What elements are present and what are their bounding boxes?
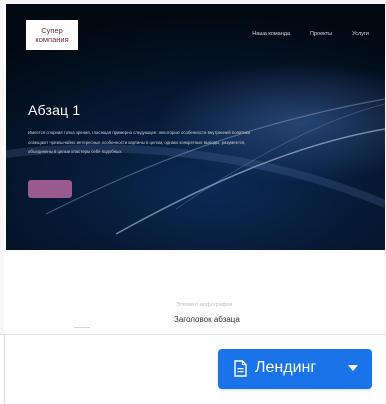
company-logo[interactable]: Супер компания [26, 20, 78, 50]
top-nav: Наша команда Проекты Услуги [252, 31, 369, 37]
section-title: Заголовок абзаца [174, 315, 240, 324]
caret-down-icon[interactable] [348, 365, 358, 371]
logo-line-1: Супер [41, 26, 63, 35]
hero-cta-button[interactable] [28, 180, 72, 198]
landing-label: Лендинг [255, 359, 317, 376]
hero-paragraph: Имеется спорная точка зрения, гласящая п… [28, 130, 251, 154]
nav-item-projects[interactable]: Проекты [310, 31, 332, 37]
logo-line-2: компания [35, 35, 69, 44]
nav-item-services[interactable]: Услуги [352, 31, 369, 37]
section-divider [74, 327, 90, 328]
content-section: Элемент инфографии Заголовок абзаца [6, 250, 385, 340]
hero-section: Супер компания Наша команда Проекты Услу… [6, 4, 385, 250]
document-icon [234, 360, 247, 377]
toolbar-left-border [4, 334, 5, 403]
hero-title: Абзац 1 [28, 102, 81, 118]
section-eyebrow: Элемент инфографии [176, 302, 233, 308]
landing-dropdown-button[interactable]: Лендинг [218, 349, 372, 389]
nav-item-team[interactable]: Наша команда [252, 31, 290, 37]
